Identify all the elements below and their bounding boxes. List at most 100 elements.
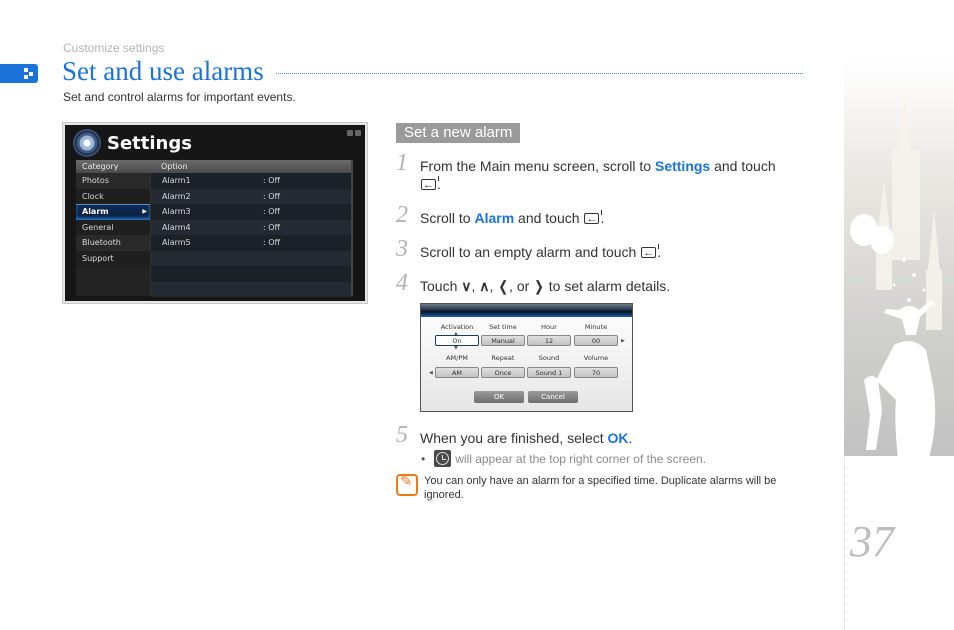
- empty-row: [151, 266, 353, 282]
- enter-key-icon: [641, 244, 660, 262]
- category-header: Category: [76, 160, 150, 173]
- step-1: 1 From the Main menu screen, scroll to S…: [396, 150, 806, 194]
- settings-table: Category Option Photos Clock Alarm ▶ Gene…: [76, 160, 353, 297]
- alarm-row[interactable]: Alarm1 : Off: [151, 173, 353, 189]
- highlight-settings: Settings: [654, 158, 711, 174]
- option-list: Alarm1: Off Alarm2: Off Alarm3: Off Alar…: [150, 173, 353, 297]
- step-text: , or: [509, 278, 534, 294]
- settings-screenshot: Settings Category Option Photos Clock Al…: [62, 122, 368, 304]
- highlight-ok: OK: [607, 430, 629, 446]
- field-label: AM/PM: [446, 354, 468, 362]
- repeat-field[interactable]: Once: [481, 367, 525, 378]
- bullet-item: • will appear at the top right corner of…: [421, 450, 706, 467]
- settings-gear-icon: [75, 131, 99, 155]
- option-header: Option: [150, 160, 353, 173]
- clock-icon: [434, 450, 452, 467]
- am-pm-field[interactable]: AM: [435, 367, 479, 378]
- page-number: 37: [850, 517, 894, 566]
- category-item-support[interactable]: Support: [76, 250, 150, 266]
- bullet-text: will appear at the top right corner of t…: [455, 451, 707, 466]
- castle-family-illustration: [850, 90, 942, 456]
- highlight-alarm: Alarm: [474, 210, 515, 226]
- field-label: Sound: [538, 354, 560, 362]
- field-label: Hour: [541, 323, 557, 331]
- step-text: to set alarm details.: [544, 278, 671, 294]
- chevron-right-icon: ▶: [142, 208, 147, 215]
- left-arrow-icon[interactable]: ◀: [429, 370, 433, 376]
- alarm-name: Alarm4: [162, 222, 191, 232]
- title-divider: [276, 73, 803, 74]
- sound-field[interactable]: Sound 1: [527, 367, 571, 378]
- category-item-alarm[interactable]: Alarm ▶: [76, 204, 150, 220]
- field-label: Minute: [584, 323, 608, 331]
- alarm-name: Alarm1: [162, 176, 191, 185]
- alarm-row[interactable]: Alarm5 : Off: [151, 235, 353, 251]
- page-subtitle: Set and control alarms for important eve…: [63, 90, 296, 104]
- step-text: Scroll to: [420, 210, 475, 226]
- chevron-left-icon: ❬: [497, 278, 510, 294]
- step-number: 2: [396, 202, 408, 228]
- category-list: Photos Clock Alarm ▶ General Bluetooth Su…: [76, 173, 150, 296]
- category-item-bluetooth[interactable]: Bluetooth: [76, 235, 150, 251]
- alarm-name: Alarm3: [162, 207, 191, 216]
- enter-key-icon: [421, 176, 439, 194]
- page-title: Set and use alarms: [62, 56, 264, 86]
- right-arrow-icon[interactable]: ▶: [621, 338, 625, 344]
- note-box: You can only have an alarm for a specifi…: [396, 474, 786, 502]
- alarm-name: Alarm2: [162, 191, 191, 201]
- step-number: 1: [396, 150, 408, 176]
- step-4: 4 Touch ∨, ∧, ❬, or ❭ to set alarm detai…: [396, 270, 806, 296]
- bluetooth-status-icon: [347, 130, 353, 136]
- ok-button[interactable]: OK: [474, 391, 524, 403]
- alarm-status-icon: [355, 130, 361, 136]
- alarm-status: : Off: [263, 176, 281, 185]
- dialog-titlebar: [421, 304, 632, 317]
- step-text: When you are finished, select: [420, 430, 608, 446]
- down-arrow-icon: ▼: [454, 345, 458, 351]
- bullet-dot: •: [421, 451, 426, 466]
- chevron-down-icon: ∨: [461, 278, 472, 294]
- category-item-clock[interactable]: Clock: [76, 188, 150, 204]
- breadcrumb: Customize settings: [63, 41, 165, 55]
- alarm-name: Alarm5: [162, 238, 191, 247]
- chevron-right-icon: ❭: [533, 278, 545, 294]
- step-text: and touch: [514, 210, 584, 226]
- note-pencil-icon: [396, 474, 418, 496]
- note-text: You can only have an alarm for a specifi…: [424, 475, 777, 501]
- step-number: 4: [396, 270, 408, 296]
- side-decoration-image: [844, 60, 954, 456]
- minute-field[interactable]: 00: [574, 335, 618, 346]
- alarm-status: : Off: [263, 238, 281, 247]
- category-item-label: Alarm: [82, 207, 109, 216]
- alarm-dialog-screenshot: Activation Set time Hour Minute ▲ On ▼ M…: [420, 303, 633, 412]
- step-text: .: [628, 430, 633, 446]
- section-badge: Set a new alarm: [396, 123, 521, 143]
- step-number: 5: [396, 422, 408, 448]
- settings-header: Settings: [75, 131, 192, 155]
- step-text: From the Main menu screen, scroll to: [420, 158, 655, 174]
- chevron-up-icon: ∧: [479, 278, 490, 294]
- alarm-row[interactable]: Alarm3: Off: [151, 204, 353, 220]
- cancel-button[interactable]: Cancel: [528, 391, 578, 403]
- section-marker-icon: [0, 64, 38, 83]
- alarm-row[interactable]: Alarm2 : Off: [151, 188, 353, 204]
- alarm-status: : Off: [263, 222, 281, 232]
- category-item-general[interactable]: General: [76, 219, 150, 235]
- enter-key-icon: [584, 210, 603, 228]
- field-label: Volume: [583, 354, 609, 362]
- alarm-row[interactable]: Alarm4 : Off: [151, 219, 353, 235]
- step-text: Scroll to an empty alarm and touch: [420, 244, 641, 260]
- empty-row: [151, 250, 353, 266]
- field-label: Activation: [440, 323, 474, 331]
- set-time-field[interactable]: Manual: [481, 335, 525, 346]
- step-2: 2 Scroll to Alarm and touch .: [396, 202, 806, 228]
- category-item-photos[interactable]: Photos: [76, 173, 150, 189]
- volume-field[interactable]: 70: [574, 367, 618, 378]
- alarm-status: : Off: [263, 191, 281, 201]
- hour-field[interactable]: 12: [527, 335, 571, 346]
- step-5: 5 When you are finished, select OK.: [396, 422, 806, 448]
- step-number: 3: [396, 236, 408, 262]
- empty-row: [151, 281, 353, 297]
- scrollbar[interactable]: [351, 160, 353, 296]
- field-label: Set time: [489, 323, 517, 331]
